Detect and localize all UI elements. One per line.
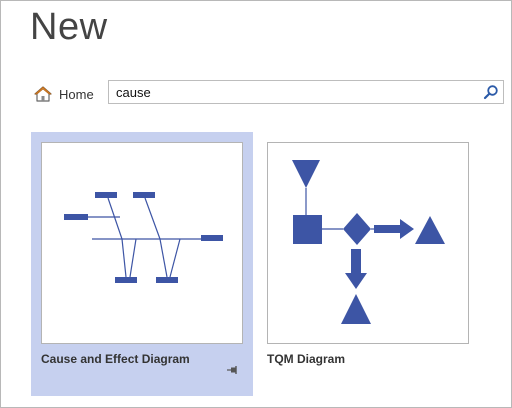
pin-icon[interactable] [227, 361, 239, 374]
search-icon[interactable] [483, 84, 499, 100]
tqm-diagram-icon [292, 160, 445, 324]
template-card-tqm[interactable]: TQM Diagram [257, 132, 479, 396]
home-label: Home [59, 86, 94, 102]
template-label: TQM Diagram [267, 352, 346, 366]
fishbone-diagram-icon [64, 192, 223, 283]
cause-and-effect-thumbnail [41, 142, 243, 344]
template-card-cause-and-effect[interactable]: Cause and Effect Diagram [31, 132, 253, 396]
search-input[interactable] [109, 81, 469, 103]
search-box [108, 80, 504, 104]
page-title: New [30, 6, 108, 48]
home-link[interactable]: Home [34, 84, 94, 104]
tqm-thumbnail [267, 142, 469, 344]
home-icon [34, 86, 52, 102]
template-label: Cause and Effect Diagram [41, 352, 190, 366]
